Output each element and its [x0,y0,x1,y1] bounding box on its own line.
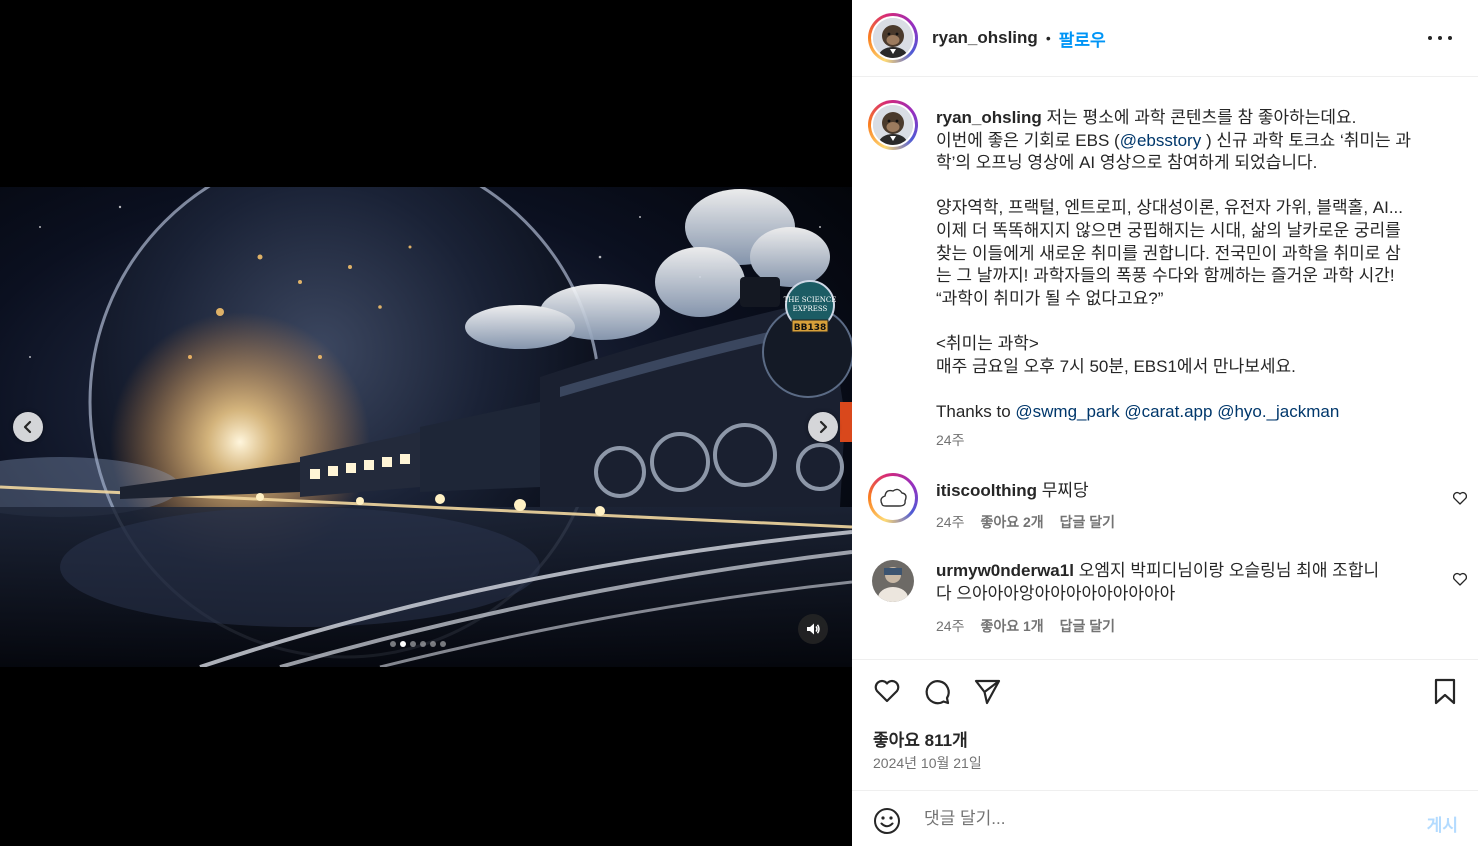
comment-likes[interactable]: 좋아요 2개 [980,512,1043,532]
person-avatar-icon [872,560,914,602]
caption-username[interactable]: ryan_ohsling [936,108,1042,127]
caption-timestamp[interactable]: 24주 [936,429,1456,452]
comment-content: 오엠지 박피디님이랑 오슬링님 최애 조합니 [1078,561,1380,580]
previous-slide-button[interactable] [13,412,43,442]
comment-like-heart-icon[interactable] [1452,490,1468,506]
audio-toggle-button[interactable] [798,614,828,644]
cloud-avatar-icon [873,478,913,518]
comment-content: 무찌당 [1041,481,1089,500]
post-date[interactable]: 2024년 10월 21일 [873,753,982,773]
train-sign-line2: EXPRESS [793,305,828,313]
caption-line: 양자역학, 프랙털, 엔트로피, 상대성이론, 유전자 가위, 블랙홀, AI.… [936,198,1403,218]
comment-item: urmyw0nderwa1l 오엠지 박피디님이랑 오슬링님 최애 조합니 다 … [868,560,1468,650]
commenter-avatar[interactable] [868,473,918,523]
train-space-artwork: THE SCIENCE EXPRESS BB138 [0,187,852,667]
comment-text: itiscoolthing 무찌당 [936,480,1456,503]
post-image[interactable]: THE SCIENCE EXPRESS BB138 [0,187,852,667]
monkey-avatar-icon [873,105,913,145]
comment-icon[interactable] [922,676,952,706]
train-sign-line1: THE SCIENCE [784,296,837,304]
post-details-panel: ryan_ohsling • 팔로우 ryan_ohsling 저는 평소에 과… [852,0,1478,846]
chevron-left-icon [23,420,32,434]
reply-button[interactable]: 답글 달기 [1060,616,1115,636]
caption-author-avatar[interactable] [868,100,918,150]
commenter-avatar[interactable] [872,560,914,602]
caption-line: 저는 평소에 과학 콘텐츠를 참 좋아하는데요. [1046,108,1357,127]
caption-line: “과학이 취미가 될 수 없다고요?” [936,288,1164,308]
author-username[interactable]: ryan_ohsling [932,28,1038,48]
mention-link[interactable]: @carat.app [1124,402,1212,421]
mention-link[interactable]: @swmg_park [1015,402,1119,421]
next-slide-button[interactable] [808,412,838,442]
comment-like-heart-icon[interactable] [1452,571,1468,587]
comment-timestamp[interactable]: 24주 [936,512,964,532]
caption-line: 학’의 오프닝 영상에 AI 영상으로 참여하게 되었습니다. [936,153,1318,173]
header-separator: • [1045,30,1051,46]
caption-line: 매주 금요일 오후 7시 50분, EBS1에서 만나보세요. [936,356,1296,376]
comment-timestamp[interactable]: 24주 [936,616,964,636]
comment-input[interactable] [924,809,1394,829]
train-number: BB138 [794,323,827,333]
slide-dot [410,641,416,647]
send-icon[interactable] [972,676,1002,706]
slide-dot [430,641,436,647]
comment-meta: 24주 좋아요 1개 답글 달기 [936,616,1115,636]
mention-link[interactable]: @ebsstory [1120,131,1202,150]
post-actions: 좋아요 811개 2024년 10월 21일 게시 [852,659,1478,846]
caption-line: 는 그 날까지! 과학자들의 폭풍 수다와 함께하는 즐거운 과학 시간! [936,266,1395,286]
caption-line: <취미는 과학> [936,333,1039,353]
commenter-username[interactable]: itiscoolthing [936,481,1037,500]
comment-meta: 24주 좋아요 2개 답글 달기 [936,512,1115,532]
smiley-icon[interactable] [872,806,902,836]
monkey-avatar-icon [873,18,913,58]
chevron-right-icon [819,420,828,434]
comment-item: itiscoolthing 무찌당 24주 좋아요 2개 답글 달기 [868,473,1468,543]
comment-content: 다 으아아아앙아아아아아아아아아 [936,583,1176,603]
bookmark-icon[interactable] [1430,676,1460,706]
comments-section[interactable]: ryan_ohsling 저는 평소에 과학 콘텐츠를 참 좋아하는데요. 이번… [852,78,1478,658]
slide-dot [440,641,446,647]
commenter-username[interactable]: urmyw0nderwa1l [936,561,1074,580]
post-comment-button[interactable]: 게시 [1427,811,1458,836]
caption-line: 이번에 좋은 기회로 EBS ( [936,130,1120,150]
caption-text: ryan_ohsling 저는 평소에 과학 콘텐츠를 참 좋아하는데요. 이번… [936,107,1456,452]
caption-line: 찾는 이들에게 새로운 취미를 권합니다. 전국민이 과학을 취미로 삼 [936,243,1401,263]
like-count[interactable]: 좋아요 811개 [873,726,968,751]
caption-line: ) 신규 과학 토크쇼 ‘취미는 과 [1201,130,1412,150]
add-comment-bar: 게시 [852,790,1478,846]
slide-dot [390,641,396,647]
more-options-button[interactable] [1428,28,1452,48]
post-media-area: THE SCIENCE EXPRESS BB138 [0,0,852,846]
mention-link[interactable]: @hyo._jackman [1217,402,1339,421]
slide-dot [420,641,426,647]
follow-button[interactable]: 팔로우 [1059,26,1106,51]
speaker-icon [807,623,820,635]
post-header: ryan_ohsling • 팔로우 [852,0,1478,77]
slide-dot [400,641,406,647]
comment-text: urmyw0nderwa1l 오엠지 박피디님이랑 오슬링님 최애 조합니 다 … [936,560,1456,605]
comment-likes[interactable]: 좋아요 1개 [980,616,1043,636]
caption: ryan_ohsling 저는 평소에 과학 콘텐츠를 참 좋아하는데요. 이번… [868,100,1468,450]
author-avatar[interactable] [868,13,918,63]
reply-button[interactable]: 답글 달기 [1060,512,1115,532]
caption-line: 이제 더 똑똑해지지 않으면 궁핍해지는 시대, 삶의 날카로운 궁리를 [936,220,1401,240]
heart-icon[interactable] [872,676,902,706]
more-horizontal-icon [1428,36,1432,40]
slide-indicator [390,641,446,647]
caption-line: Thanks to [936,401,1011,421]
